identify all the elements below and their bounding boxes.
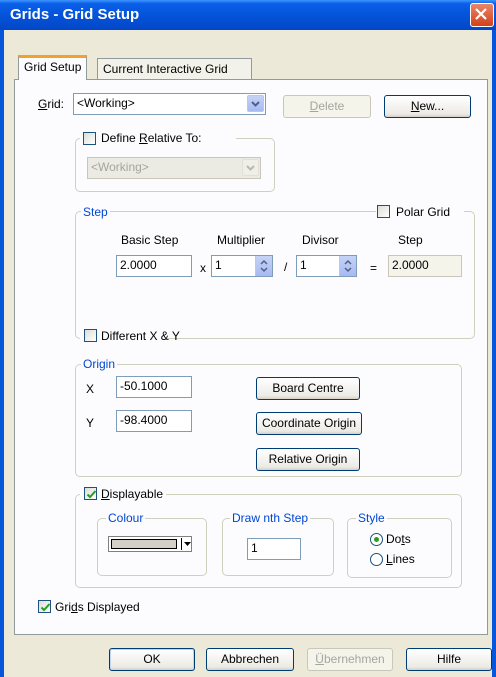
colour-legend: Colour — [106, 511, 146, 525]
basic-step-input[interactable]: 2.0000 — [116, 255, 192, 277]
style-legend: Style — [356, 511, 387, 525]
grids-displayed-checkbox[interactable] — [38, 600, 51, 613]
displayable-checkbox[interactable] — [84, 487, 97, 500]
divisor-value: 1 — [300, 258, 307, 272]
relative-origin-button[interactable]: Relative Origin — [256, 448, 360, 471]
divisor-spin[interactable] — [339, 256, 356, 276]
multiplier-value: 1 — [215, 258, 222, 272]
grid-select[interactable]: <Working> — [73, 93, 266, 115]
slash-sign: / — [284, 260, 288, 274]
board-centre-button[interactable]: Board Centre — [256, 377, 360, 400]
window-title: Grids - Grid Setup — [10, 6, 140, 23]
delete-button[interactable]: Delete — [283, 95, 371, 118]
window-border-left — [0, 30, 4, 677]
origin-y-label: Y — [86, 416, 95, 430]
polar-grid-checkbox[interactable] — [377, 205, 390, 218]
grids-displayed-label: Grids Displayed — [55, 600, 140, 614]
ok-button[interactable]: OK — [109, 648, 195, 671]
spin-arrows-icon — [344, 259, 352, 273]
style-dots-label: Dots — [386, 532, 411, 546]
different-xy-checkbox[interactable] — [84, 329, 97, 342]
equals-sign: = — [370, 261, 378, 275]
times-sign: x — [200, 261, 206, 275]
window-border-right — [492, 30, 496, 677]
grid-select-value: <Working> — [77, 96, 135, 110]
colour-swatch — [111, 539, 177, 549]
step-legend: Step — [81, 205, 110, 219]
new-button[interactable]: New... — [384, 95, 471, 118]
chevron-down-icon[interactable] — [242, 159, 259, 176]
multiplier-header: Multiplier — [217, 233, 266, 247]
cancel-button[interactable]: Abbrechen — [206, 648, 294, 671]
style-lines-label: Lines — [386, 552, 415, 566]
origin-y-input[interactable]: -98.4000 — [116, 410, 192, 432]
origin-x-input[interactable]: -50.1000 — [116, 376, 192, 398]
multiplier-spin[interactable] — [255, 256, 272, 276]
divisor-header: Divisor — [302, 233, 339, 247]
basic-step-header: Basic Step — [121, 233, 179, 247]
chevron-down-icon — [184, 542, 191, 546]
divisor-stepper[interactable]: 1 — [296, 255, 357, 277]
style-lines-radio[interactable] — [370, 553, 383, 566]
style-group — [347, 518, 452, 578]
multiplier-stepper[interactable]: 1 — [211, 255, 273, 277]
check-icon — [86, 490, 97, 499]
coordinate-origin-button[interactable]: Coordinate Origin — [256, 412, 362, 435]
origin-x-label: X — [86, 382, 95, 396]
different-xy-label: Different X & Y — [101, 329, 180, 343]
define-relative-value: <Working> — [91, 160, 149, 174]
define-relative-checkbox[interactable] — [83, 132, 96, 145]
close-button[interactable] — [470, 3, 494, 27]
tab-grid-setup[interactable]: Grid Setup — [18, 55, 88, 80]
colour-picker[interactable] — [108, 536, 192, 552]
tab-current-interactive-grid[interactable]: Current Interactive Grid — [97, 58, 252, 79]
colour-divider — [181, 538, 182, 550]
define-relative-select[interactable]: <Working> — [87, 157, 261, 179]
chevron-down-icon[interactable] — [247, 95, 264, 112]
polar-grid-label: Polar Grid — [396, 205, 451, 219]
grid-label: Grid: — [38, 97, 65, 111]
check-icon — [40, 603, 51, 612]
step-result: 2.0000 — [388, 255, 462, 277]
draw-nth-input[interactable]: 1 — [247, 538, 301, 560]
displayable-label: Displayable — [101, 487, 164, 501]
close-icon — [475, 8, 487, 20]
spin-arrows-icon — [260, 259, 268, 273]
step-header: Step — [398, 233, 423, 247]
apply-button[interactable]: Übernehmen — [307, 648, 393, 671]
origin-legend: Origin — [81, 357, 118, 371]
define-relative-label: Define Relative To: — [101, 131, 202, 145]
draw-nth-legend: Draw nth Step — [230, 511, 311, 525]
help-button[interactable]: Hilfe — [406, 648, 492, 671]
radio-selected-dot — [374, 537, 379, 542]
style-dots-radio[interactable] — [370, 533, 383, 546]
